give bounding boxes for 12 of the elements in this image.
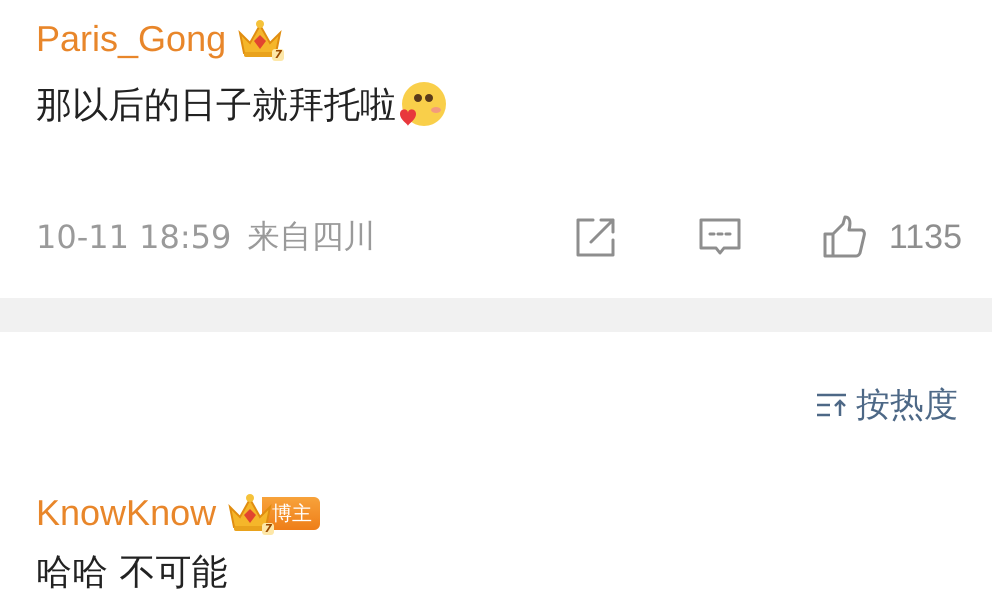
comment-time: 10-11 18:59 xyxy=(36,218,232,256)
level-number: 7 xyxy=(262,523,274,535)
comment-text: 哈哈 不可能 xyxy=(36,551,228,595)
sort-button[interactable]: 按热度 xyxy=(816,382,958,428)
comment-location: 来自四川 xyxy=(247,216,376,257)
username[interactable]: KnowKnow xyxy=(36,492,216,534)
level-number: 7 xyxy=(272,49,284,61)
comment-text: 那以后的日子就拜托啦 xyxy=(36,84,396,128)
thumbs-up-icon xyxy=(820,214,867,260)
like-button[interactable]: 1135 xyxy=(820,214,962,260)
crown-icon xyxy=(236,19,284,59)
username[interactable]: Paris_Gong xyxy=(36,18,226,60)
